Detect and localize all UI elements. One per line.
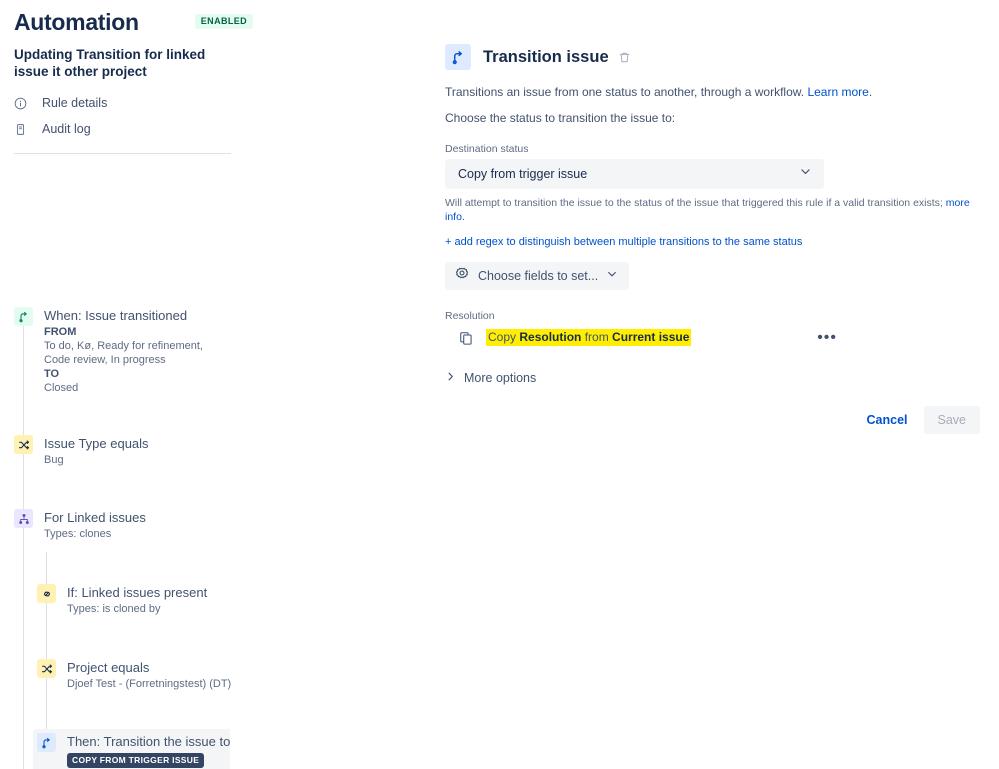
from-label: FROM <box>44 326 77 338</box>
destination-status-value: Copy from trigger issue <box>458 167 588 181</box>
rule-name: Updating Transition for linked issue it … <box>14 47 206 79</box>
sidebar: Automation ENABLED Updating Transition f… <box>0 0 254 769</box>
tree-item-when-issue-transitioned[interactable]: When: Issue transitioned FROM To do, Kø,… <box>14 307 224 395</box>
resolution-source: Current issue <box>612 330 690 344</box>
sidebar-item-rule-details[interactable]: Rule details <box>14 90 245 116</box>
gear-icon <box>455 267 469 286</box>
tree-item-text: If: Linked issues present Types: is clon… <box>67 584 207 616</box>
to-value: Closed <box>44 382 79 394</box>
save-button[interactable]: Save <box>923 406 980 434</box>
resolution-text: Copy Resolution from Current issue <box>486 329 692 346</box>
tree-item-if-linked-issues-present[interactable]: If: Linked issues present Types: is clon… <box>37 584 207 616</box>
tree-item-sub: Djoef Test - (Forretningstest) (DT) <box>67 678 232 690</box>
tree-item-for-linked-issues[interactable]: For Linked issues Types: clones <box>14 509 146 541</box>
choose-fields-label: Choose fields to set... <box>478 269 599 283</box>
learn-more-link[interactable]: Learn more <box>807 85 868 99</box>
helper-text-body: Will attempt to transition the issue to … <box>445 197 943 209</box>
main-panel: Transition issue Transitions an issue fr… <box>445 0 985 434</box>
tree-item-text: For Linked issues Types: clones <box>44 509 146 541</box>
tree-item-sub: FROM To do, Kø, Ready for refinement, Co… <box>44 325 224 395</box>
branch-icon <box>14 509 33 528</box>
sidebar-item-label: Rule details <box>42 96 108 110</box>
panel-actions: Cancel Save <box>445 406 980 434</box>
destination-status-select[interactable]: Copy from trigger issue <box>445 159 824 189</box>
tree-item-project-equals[interactable]: Project equals Djoef Test - (Forretnings… <box>37 659 231 691</box>
tree-item-sub: Types: clones <box>44 528 112 540</box>
page-title: Automation <box>14 9 139 35</box>
panel-header: Transition issue <box>445 44 985 70</box>
from-value: To do, Kø, Ready for refinement, Code re… <box>44 340 203 366</box>
destination-status-label: Destination status <box>445 143 529 155</box>
rule-tree: When: Issue transitioned FROM To do, Kø,… <box>0 154 245 769</box>
tree-item-lozenge: COPY FROM TRIGGER ISSUE <box>67 753 205 768</box>
tree-item-text: Then: Transition the issue to COPY FROM … <box>67 733 230 768</box>
tree-item-title: For Linked issues <box>44 510 146 525</box>
resolution-label: Resolution <box>445 310 495 322</box>
trash-icon[interactable] <box>618 51 631 64</box>
panel-description: Transitions an issue from one status to … <box>445 85 873 99</box>
more-options-toggle[interactable]: More options <box>445 369 985 387</box>
to-label: TO <box>44 368 60 380</box>
shuffle-icon <box>14 435 33 454</box>
sidebar-item-audit-log[interactable]: Audit log <box>14 116 245 142</box>
tree-item-title: Project equals <box>67 660 150 675</box>
tree-item-title: If: Linked issues present <box>67 585 208 600</box>
panel-prompt: Choose the status to transition the issu… <box>445 111 676 125</box>
panel-description-text: Transitions an issue from one status to … <box>445 85 805 99</box>
more-options-label: More options <box>464 371 537 385</box>
info-circle-icon <box>14 97 34 110</box>
sidebar-item-label: Audit log <box>42 122 91 136</box>
tree-item-sub: Bug <box>44 454 64 466</box>
panel-title: Transition issue <box>483 47 609 66</box>
transition-icon <box>445 44 471 70</box>
document-log-icon <box>14 123 34 136</box>
tree-item-text: Issue Type equals Bug <box>44 435 149 467</box>
chevron-right-icon <box>445 369 456 387</box>
tree-item-sub: Types: is cloned by <box>67 603 161 615</box>
resolution-text-middle: from <box>581 330 613 344</box>
tree-item-title: When: Issue transitioned <box>44 308 188 323</box>
copy-icon <box>459 331 475 345</box>
chevron-down-icon <box>799 165 812 183</box>
sidebar-header: Automation ENABLED <box>0 0 254 36</box>
resolution-field: Resolution <box>519 330 582 344</box>
cancel-button[interactable]: Cancel <box>859 407 916 433</box>
tree-item-text: When: Issue transitioned FROM To do, Kø,… <box>44 307 224 395</box>
chevron-down-icon <box>606 267 618 285</box>
tree-item-issue-type-equals[interactable]: Issue Type equals Bug <box>14 435 149 467</box>
destination-status-helper: Will attempt to transition the issue to … <box>445 196 985 224</box>
resolution-row[interactable]: Copy Resolution from Current issue ••• <box>459 329 837 346</box>
link-icon <box>37 584 56 603</box>
tree-item-title: Then: Transition the issue to <box>67 734 231 749</box>
sidebar-nav: Rule details Audit log <box>0 80 245 142</box>
add-regex-link[interactable]: + add regex to distinguish between multi… <box>445 236 985 248</box>
tree-item-title: Issue Type equals <box>44 436 149 451</box>
resolution-text-prefix: Copy <box>488 330 520 344</box>
status-badge: ENABLED <box>194 14 254 29</box>
tree-item-text: Project equals Djoef Test - (Forretnings… <box>67 659 231 691</box>
choose-fields-button[interactable]: Choose fields to set... <box>445 262 630 290</box>
tree-item-then-transition-the-issue-to[interactable]: Then: Transition the issue to COPY FROM … <box>37 733 230 768</box>
shuffle-icon <box>37 659 56 678</box>
transition-icon <box>37 733 56 752</box>
transition-icon <box>14 307 33 326</box>
resolution-overflow-menu[interactable]: ••• <box>817 329 837 345</box>
